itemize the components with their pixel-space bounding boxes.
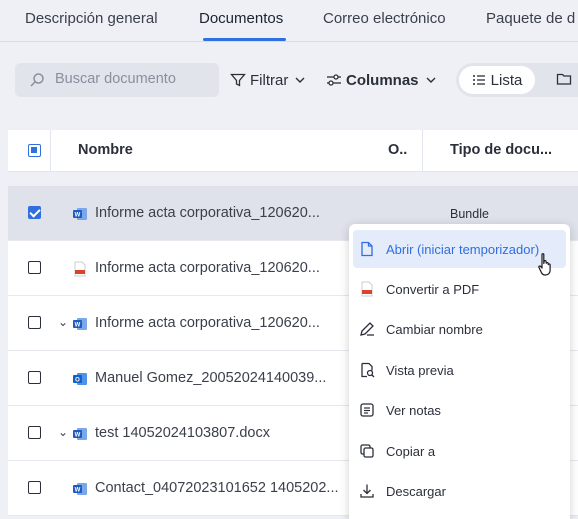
file-name[interactable]: Informe acta corporativa_120620...: [95, 315, 320, 331]
menu-item-descargar[interactable]: Descargar: [353, 472, 566, 510]
menu-item-copiar-a[interactable]: Copiar a: [353, 432, 566, 470]
file-name[interactable]: Informe acta corporativa_120620...: [95, 260, 320, 276]
select-all-checkbox[interactable]: [28, 144, 41, 157]
active-tab-indicator: [203, 38, 286, 41]
pdf-icon: [361, 281, 373, 297]
row-checkbox[interactable]: [28, 371, 41, 384]
tab-descripcion-general[interactable]: Descripción general: [25, 10, 158, 27]
columns-button[interactable]: Columnas: [326, 69, 437, 91]
word-icon: W: [73, 208, 87, 220]
word-icon: W: [73, 318, 87, 330]
menu-item-label: Descargar: [386, 483, 446, 499]
tab-paquete[interactable]: Paquete de d: [486, 10, 575, 27]
menu-item-convertir-pdf[interactable]: Convertir a PDF: [353, 270, 566, 308]
word-icon: W: [73, 483, 87, 495]
menu-item-cambiar-nombre[interactable]: Cambiar nombre: [353, 310, 566, 348]
file-name[interactable]: test 14052024103807.docx: [95, 425, 270, 441]
columns-label: Columnas: [346, 71, 419, 89]
svg-text:W: W: [75, 323, 81, 329]
menu-item-label: Ver notas: [386, 402, 441, 418]
download-icon: [360, 484, 374, 498]
file-name[interactable]: Informe acta corporativa_120620...: [95, 205, 320, 221]
menu-item-ver-notas[interactable]: Ver notas: [353, 391, 566, 429]
file-name[interactable]: Manuel Gomez_20052024140039...: [95, 370, 326, 386]
menu-item-label: Vista previa: [386, 362, 454, 378]
header-tipo-documento[interactable]: Tipo de docu...: [450, 142, 552, 158]
table-header: Nombre O.. Tipo de docu...: [8, 130, 578, 172]
row-checkbox[interactable]: [28, 426, 41, 439]
menu-item-label: Copiar a: [386, 443, 436, 459]
svg-text:W: W: [75, 433, 81, 439]
tab-documentos[interactable]: Documentos: [199, 10, 283, 27]
folder-view-icon[interactable]: [556, 71, 572, 87]
columns-icon: [327, 74, 341, 86]
preview-icon: [361, 362, 375, 378]
header-owner[interactable]: O..: [388, 142, 407, 158]
row-checkbox[interactable]: [28, 206, 41, 219]
view-list-button[interactable]: Lista: [459, 66, 535, 94]
menu-item-abrir[interactable]: Abrir (iniciar temporizador): [353, 230, 566, 268]
file-name[interactable]: Contact_04072023101652 1405202...: [95, 480, 339, 496]
search-icon: [30, 73, 44, 87]
filter-label: Filtrar: [250, 71, 289, 89]
menu-item-label: Convertir a PDF: [386, 281, 480, 297]
tab-bar: Descripción general Documentos Correo el…: [0, 0, 578, 42]
chevron-down-icon: [426, 77, 436, 83]
pdf-icon: [74, 261, 86, 277]
header-nombre[interactable]: Nombre: [78, 142, 133, 158]
copy-icon: [360, 444, 374, 458]
row-checkbox[interactable]: [28, 316, 41, 329]
pencil-icon: [360, 322, 374, 336]
file-type: Bundle: [450, 207, 489, 221]
list-icon: [472, 75, 485, 85]
word-icon: W: [73, 428, 87, 440]
hand-cursor-icon: [538, 253, 551, 276]
view-list-label: Lista: [490, 71, 523, 89]
menu-item-vista-previa[interactable]: Vista previa: [353, 351, 566, 389]
notes-icon: [360, 403, 374, 417]
search-placeholder: Buscar documento: [55, 71, 176, 87]
svg-text:W: W: [75, 213, 81, 219]
row-checkbox[interactable]: [28, 261, 41, 274]
column-divider: [50, 130, 51, 172]
file-icon: [361, 241, 373, 257]
tab-correo-electronico[interactable]: Correo electrónico: [323, 10, 446, 27]
filter-icon: [230, 73, 246, 87]
column-divider: [422, 130, 423, 172]
outlook-icon: O: [73, 373, 87, 385]
menu-item-label: Abrir (iniciar temporizador): [386, 241, 540, 257]
menu-item-label: Cambiar nombre: [386, 321, 483, 337]
svg-text:O: O: [75, 378, 80, 384]
chevron-down-icon[interactable]: ⌄: [58, 425, 68, 439]
chevron-down-icon[interactable]: ⌄: [58, 315, 68, 329]
search-input[interactable]: Buscar documento: [15, 63, 219, 97]
svg-text:W: W: [75, 488, 81, 494]
row-checkbox[interactable]: [28, 481, 41, 494]
chevron-down-icon: [295, 77, 305, 83]
filter-button[interactable]: Filtrar: [230, 69, 306, 91]
